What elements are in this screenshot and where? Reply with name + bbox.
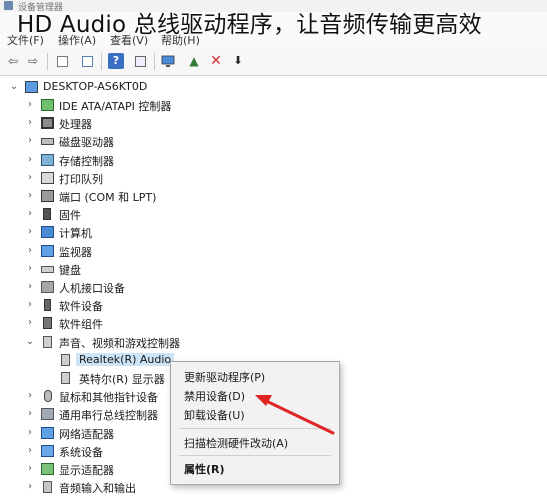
annotation-arrow <box>255 395 335 435</box>
